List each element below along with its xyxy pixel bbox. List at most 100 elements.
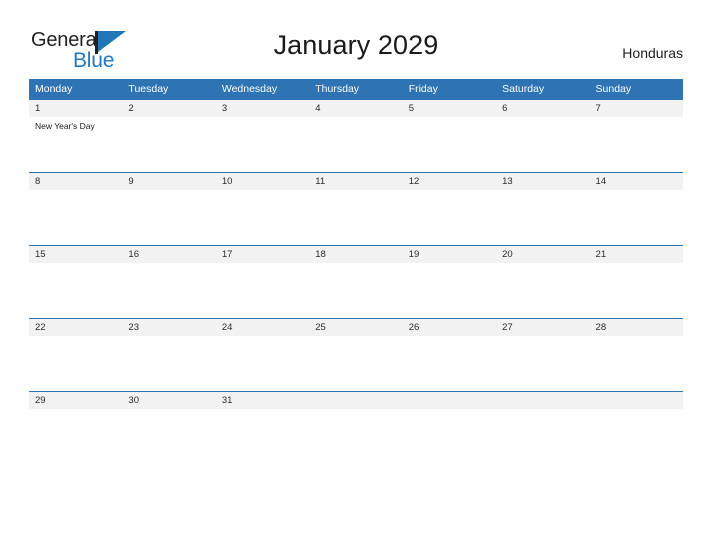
- calendar-day-cell[interactable]: 9: [122, 172, 216, 246]
- day-events: [403, 263, 496, 267]
- calendar-week-row: 15 16 17 18 19 20 21: [29, 245, 683, 319]
- day-cell-inner: 31: [215, 392, 310, 452]
- calendar-day-cell[interactable]: 18: [309, 245, 403, 319]
- calendar-day-cell[interactable]: 7: [589, 99, 683, 173]
- day-number: 8: [29, 173, 123, 190]
- day-events: [403, 190, 496, 194]
- day-events: [216, 409, 309, 413]
- calendar-day-cell[interactable]: 16: [122, 245, 216, 319]
- day-events: [122, 336, 215, 340]
- calendar-day-cell[interactable]: 14: [589, 172, 683, 246]
- day-number: 31: [215, 392, 310, 409]
- calendar-day-cell[interactable]: [402, 391, 497, 452]
- calendar-day-cell[interactable]: 22: [29, 318, 123, 392]
- calendar-day-cell[interactable]: 11: [309, 172, 403, 246]
- day-cell-inner: 20: [496, 246, 590, 318]
- calendar-day-cell[interactable]: 13: [496, 172, 590, 246]
- calendar-day-cell[interactable]: 3: [215, 99, 310, 173]
- calendar-day-cell[interactable]: 6: [496, 99, 590, 173]
- calendar-day-cell[interactable]: 10: [215, 172, 310, 246]
- day-number: 23: [122, 319, 216, 336]
- day-events: New Year's Day: [29, 117, 122, 132]
- day-number: [589, 392, 683, 409]
- country-label: Honduras: [622, 45, 683, 61]
- calendar-day-cell[interactable]: [309, 391, 403, 452]
- calendar-day-cell[interactable]: 30: [122, 391, 216, 452]
- day-number: 26: [402, 319, 497, 336]
- calendar-day-cell[interactable]: 21: [589, 245, 683, 319]
- day-cell-inner: 15: [29, 246, 123, 318]
- day-number: 27: [496, 319, 590, 336]
- day-events: [216, 263, 309, 267]
- day-events: [216, 190, 309, 194]
- calendar-day-cell[interactable]: 2: [122, 99, 216, 173]
- day-number: 10: [215, 173, 310, 190]
- calendar-day-cell[interactable]: 15: [29, 245, 123, 319]
- calendar-day-cell[interactable]: 20: [496, 245, 590, 319]
- calendar-day-cell[interactable]: 23: [122, 318, 216, 392]
- month-calendar-table: Monday Tuesday Wednesday Thursday Friday…: [29, 79, 683, 452]
- calendar-day-cell[interactable]: 27: [496, 318, 590, 392]
- day-cell-inner: 30: [122, 392, 216, 452]
- day-cell-inner: 9: [122, 173, 216, 245]
- day-number: [402, 392, 497, 409]
- day-events: [496, 190, 589, 194]
- day-events: [590, 336, 683, 340]
- day-number: 21: [589, 246, 683, 263]
- day-cell-inner: [496, 392, 590, 452]
- calendar-day-cell[interactable]: [496, 391, 590, 452]
- calendar-day-cell[interactable]: 24: [215, 318, 310, 392]
- day-cell-inner: [589, 392, 683, 452]
- day-cell-inner: 4: [309, 100, 403, 172]
- calendar-day-cell[interactable]: [589, 391, 683, 452]
- day-cell-inner: 7: [589, 100, 683, 172]
- day-events: [122, 263, 215, 267]
- day-cell-inner: 21: [589, 246, 683, 318]
- day-number: 2: [122, 100, 216, 117]
- day-number: 29: [29, 392, 123, 409]
- day-events: [216, 336, 309, 340]
- day-cell-inner: 13: [496, 173, 590, 245]
- day-events: [216, 117, 309, 121]
- day-cell-inner: [402, 392, 497, 452]
- day-events: [29, 263, 122, 267]
- day-cell-inner: [309, 392, 403, 452]
- calendar-day-cell[interactable]: 31: [215, 391, 310, 452]
- day-events: [122, 117, 215, 121]
- calendar-day-cell[interactable]: 1 New Year's Day: [29, 99, 123, 173]
- calendar-week-row: 29 30 31: [29, 391, 683, 452]
- day-number: 28: [589, 319, 683, 336]
- calendar-day-cell[interactable]: 29: [29, 391, 123, 452]
- day-number: [496, 392, 590, 409]
- weekday-header-wednesday: Wednesday: [215, 79, 310, 100]
- calendar-day-cell[interactable]: 4: [309, 99, 403, 173]
- day-cell-inner: 1 New Year's Day: [29, 100, 123, 172]
- day-cell-inner: 26: [402, 319, 497, 391]
- day-number: 5: [402, 100, 497, 117]
- day-events: [403, 409, 496, 413]
- day-events: [496, 263, 589, 267]
- day-number: 12: [402, 173, 497, 190]
- day-cell-inner: 8: [29, 173, 123, 245]
- calendar-day-cell[interactable]: 17: [215, 245, 310, 319]
- calendar-day-cell[interactable]: 5: [402, 99, 497, 173]
- calendar-day-cell[interactable]: 26: [402, 318, 497, 392]
- day-number: 3: [215, 100, 310, 117]
- weekday-header-sunday: Sunday: [589, 79, 683, 100]
- calendar-day-cell[interactable]: 8: [29, 172, 123, 246]
- day-cell-inner: 19: [402, 246, 497, 318]
- day-events: [403, 336, 496, 340]
- day-number: 9: [122, 173, 216, 190]
- day-cell-inner: 17: [215, 246, 310, 318]
- calendar-day-cell[interactable]: 12: [402, 172, 497, 246]
- day-number: 14: [589, 173, 683, 190]
- calendar-day-cell[interactable]: 19: [402, 245, 497, 319]
- day-events: [309, 336, 402, 340]
- calendar-page: General Blue January 2029 Honduras Monda…: [0, 0, 712, 550]
- weekday-header-friday: Friday: [402, 79, 497, 100]
- day-number: 1: [29, 100, 123, 117]
- day-cell-inner: 24: [215, 319, 310, 391]
- calendar-day-cell[interactable]: 25: [309, 318, 403, 392]
- day-number: 25: [309, 319, 403, 336]
- calendar-day-cell[interactable]: 28: [589, 318, 683, 392]
